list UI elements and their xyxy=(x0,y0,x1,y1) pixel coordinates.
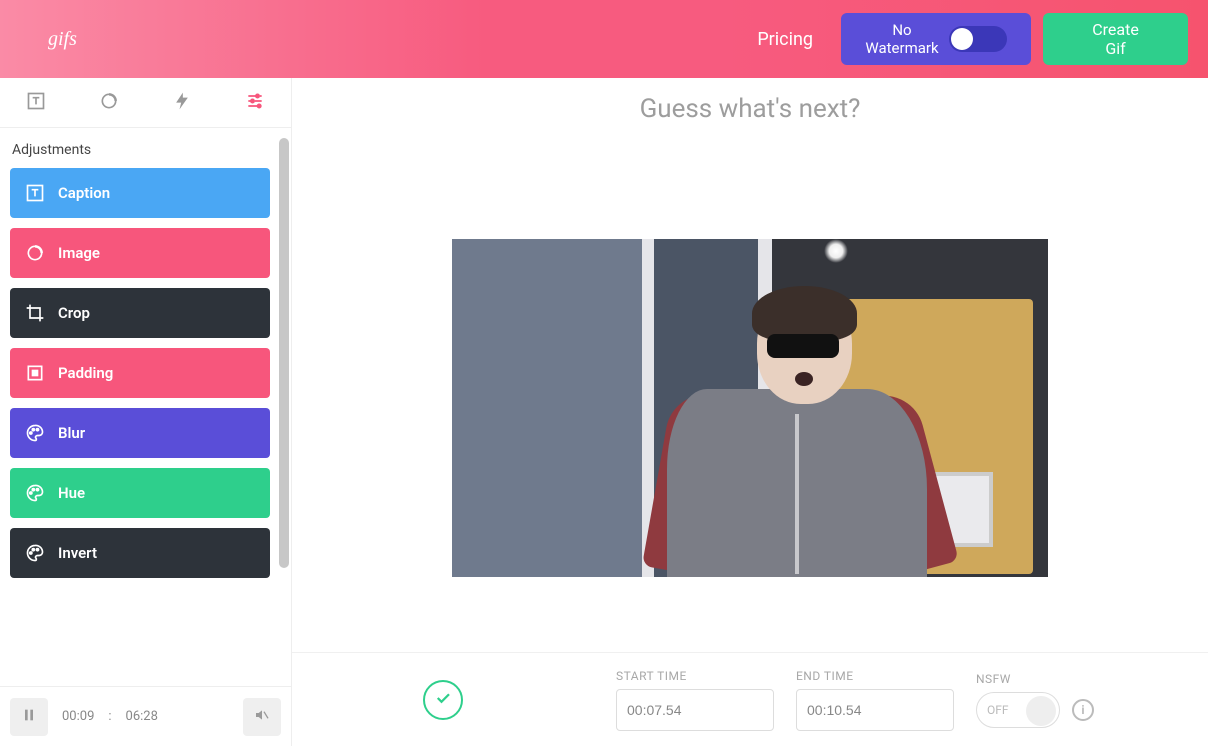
video-preview[interactable] xyxy=(452,239,1048,577)
palette-icon xyxy=(24,542,46,564)
adjustment-caption[interactable]: Caption xyxy=(10,168,270,218)
crop-icon xyxy=(24,302,46,324)
nsfw-value: OFF xyxy=(987,703,1009,717)
start-time-field: START TIME xyxy=(616,669,774,731)
progress-ring-icon xyxy=(99,91,119,115)
check-icon xyxy=(434,689,452,711)
adjustments-title: Adjustments xyxy=(10,138,281,168)
page-title: Guess what's next? xyxy=(292,78,1208,134)
mute-icon xyxy=(254,707,270,727)
tool-tabs xyxy=(0,78,291,128)
adjustments-panel: Adjustments Caption Image Crop Padding Blur H… xyxy=(0,128,291,686)
sidebar: Adjustments Caption Image Crop Padding Blur H… xyxy=(0,78,292,746)
end-time-field: END TIME xyxy=(796,669,954,731)
pause-icon xyxy=(21,707,37,727)
tool-tab-text[interactable] xyxy=(0,78,73,127)
adjustment-label: Caption xyxy=(58,184,110,202)
nsfw-label: NSFW xyxy=(976,672,1094,686)
mute-button[interactable] xyxy=(243,698,281,736)
confirm-area xyxy=(292,653,594,747)
confirm-button[interactable] xyxy=(423,680,463,720)
adjustment-label: Blur xyxy=(58,424,85,442)
bolt-icon xyxy=(172,91,192,115)
logo: gifs xyxy=(48,28,77,51)
toggle-knob xyxy=(951,28,973,50)
text-frame-icon xyxy=(26,91,46,115)
no-watermark-toggle[interactable]: No Watermark xyxy=(841,13,1031,65)
watermark-label: No Watermark xyxy=(865,21,938,57)
adjustment-label: Hue xyxy=(58,484,85,502)
adjustment-label: Invert xyxy=(58,544,97,562)
caption-icon xyxy=(24,182,46,204)
adjustment-label: Padding xyxy=(58,364,113,382)
nsfw-toggle[interactable]: OFF xyxy=(976,692,1060,728)
info-icon: i xyxy=(1081,703,1084,717)
palette-icon xyxy=(24,422,46,444)
toggle-pill xyxy=(949,26,1007,52)
nsfw-field: NSFW OFF i xyxy=(976,672,1094,728)
adjustment-invert[interactable]: Invert xyxy=(10,528,270,578)
main-area: Adjustments Caption Image Crop Padding Blur H… xyxy=(0,78,1208,746)
pause-button[interactable] xyxy=(10,698,48,736)
scrollbar-thumb[interactable] xyxy=(279,138,289,568)
adjustment-label: Crop xyxy=(58,304,90,322)
adjustment-blur[interactable]: Blur xyxy=(10,408,270,458)
tool-tab-shape[interactable] xyxy=(73,78,146,127)
tool-tab-effects[interactable] xyxy=(146,78,219,127)
current-time: 00:09 xyxy=(62,709,94,724)
adjustment-crop[interactable]: Crop xyxy=(10,288,270,338)
adjustment-label: Image xyxy=(58,244,100,262)
adjustment-padding[interactable]: Padding xyxy=(10,348,270,398)
pricing-link[interactable]: Pricing xyxy=(757,29,813,50)
start-time-input[interactable] xyxy=(616,689,774,731)
adjustment-image[interactable]: Image xyxy=(10,228,270,278)
tool-tab-adjustments[interactable] xyxy=(218,78,291,127)
nsfw-toggle-knob xyxy=(1026,696,1056,726)
play-bar: 00:09 : 06:28 xyxy=(0,686,291,746)
end-time-label: END TIME xyxy=(796,669,954,683)
start-time-label: START TIME xyxy=(616,669,774,683)
padding-icon xyxy=(24,362,46,384)
bottom-form: START TIME END TIME NSFW OFF i xyxy=(292,652,1208,746)
end-time-input[interactable] xyxy=(796,689,954,731)
sliders-icon xyxy=(245,91,265,115)
video-wrap xyxy=(292,134,1208,682)
image-icon xyxy=(24,242,46,264)
preview-area: Guess what's next? xyxy=(292,78,1208,746)
adjustment-hue[interactable]: Hue xyxy=(10,468,270,518)
palette-icon xyxy=(24,482,46,504)
total-duration: 06:28 xyxy=(126,709,158,724)
app-header: gifs Pricing No Watermark Create Gif xyxy=(0,0,1208,78)
nsfw-info-button[interactable]: i xyxy=(1072,699,1094,721)
create-gif-button[interactable]: Create Gif xyxy=(1043,13,1188,65)
